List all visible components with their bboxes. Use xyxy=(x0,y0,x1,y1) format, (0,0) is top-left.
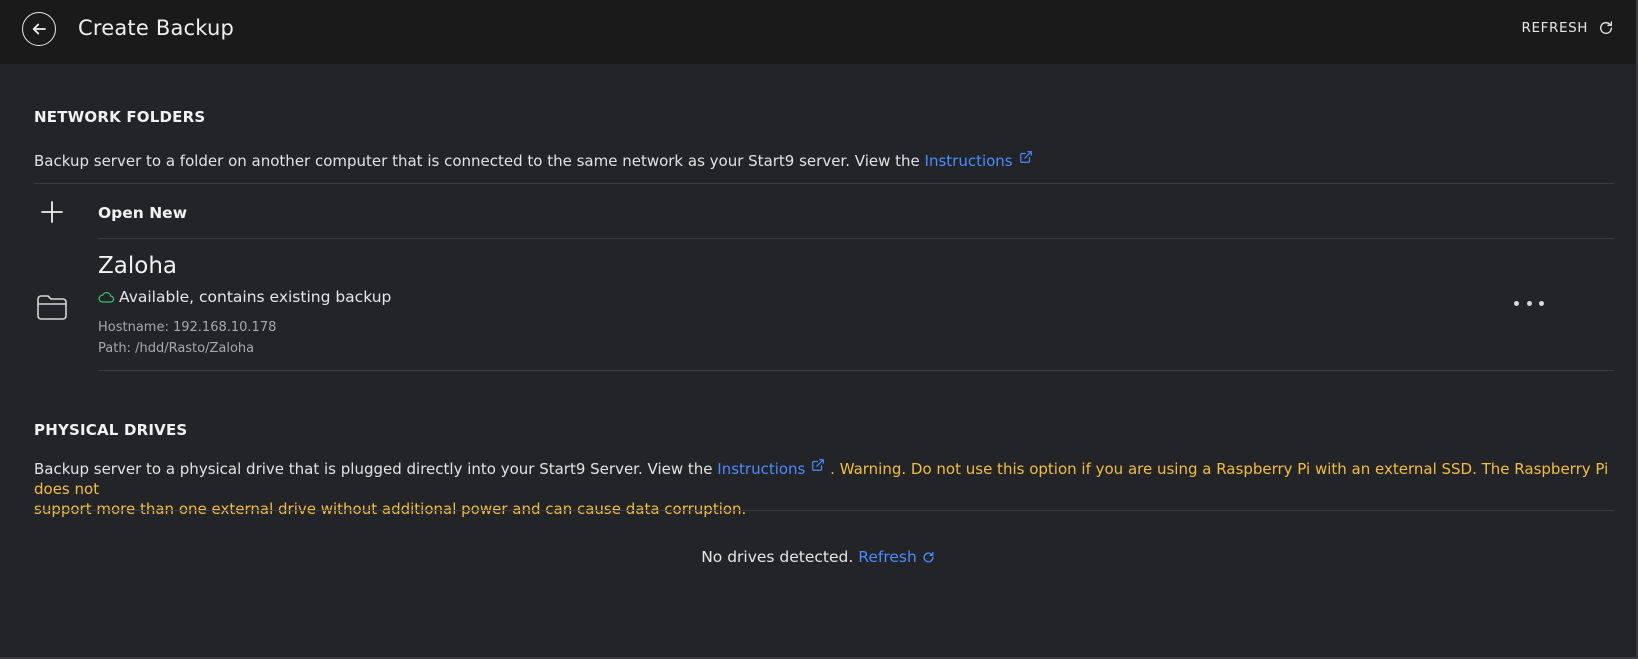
more-dot xyxy=(1539,300,1544,306)
physical-drives-heading: PHYSICAL DRIVES xyxy=(34,421,188,439)
refresh-icon xyxy=(1600,21,1612,34)
open-new-label: Open New xyxy=(98,204,188,222)
folder-status-text: Available, contains existing backup xyxy=(119,288,392,306)
external-link-icon xyxy=(1019,151,1032,163)
refresh-button[interactable]: REFRESH xyxy=(1521,20,1614,36)
network-folders-desc-text: Backup server to a folder on another com… xyxy=(34,152,920,170)
physical-instructions-link[interactable]: Instructions xyxy=(717,459,825,478)
more-horizontal-icon xyxy=(1514,300,1519,306)
more-dot xyxy=(1526,300,1532,306)
divider xyxy=(98,238,1614,239)
app-window: Create Backup REFRESH NETWORK FOLDERS Ba… xyxy=(0,0,1638,659)
empty-drives-state: No drives detected. Refresh xyxy=(0,548,1636,566)
divider xyxy=(34,183,1614,184)
physical-drives-desc-text: Backup server to a physical drive that i… xyxy=(34,460,713,478)
network-instructions-link-label: Instructions xyxy=(924,152,1013,170)
divider xyxy=(98,370,1614,371)
network-folder-item[interactable]: Zaloha Available, contains existing back… xyxy=(34,245,1614,365)
arrow-left-icon xyxy=(32,23,46,35)
refresh-drives-link[interactable]: Refresh xyxy=(858,548,935,566)
folder-hostname: Hostname: 192.168.10.178 xyxy=(98,320,277,335)
refresh-drives-link-label: Refresh xyxy=(858,548,917,566)
folder-path: Path: /hdd/Rasto/Zaloha xyxy=(98,341,255,356)
network-folders-description: Backup server to a folder on another com… xyxy=(34,151,1033,171)
more-options-button[interactable] xyxy=(1514,295,1544,311)
folder-name: Zaloha xyxy=(98,253,177,279)
network-instructions-link[interactable]: Instructions xyxy=(924,151,1033,170)
external-link-icon xyxy=(812,459,825,471)
cloud-icon xyxy=(98,291,115,303)
physical-instructions-link-label: Instructions xyxy=(717,460,806,478)
folder-status: Available, contains existing backup xyxy=(98,288,391,306)
no-drives-text: No drives detected. xyxy=(701,548,854,566)
plus-icon xyxy=(41,201,63,223)
folder-open-icon xyxy=(37,295,67,320)
network-folders-heading: NETWORK FOLDERS xyxy=(34,108,206,126)
refresh-icon xyxy=(923,551,934,562)
back-button[interactable] xyxy=(22,12,56,46)
open-new-button[interactable]: Open New xyxy=(34,194,1614,238)
divider xyxy=(34,510,1614,511)
refresh-button-label: REFRESH xyxy=(1521,20,1588,36)
warning-text-continued: support more than one external drive wit… xyxy=(34,500,747,518)
page-title: Create Backup xyxy=(78,16,235,40)
top-toolbar: Create Backup REFRESH xyxy=(0,0,1636,64)
